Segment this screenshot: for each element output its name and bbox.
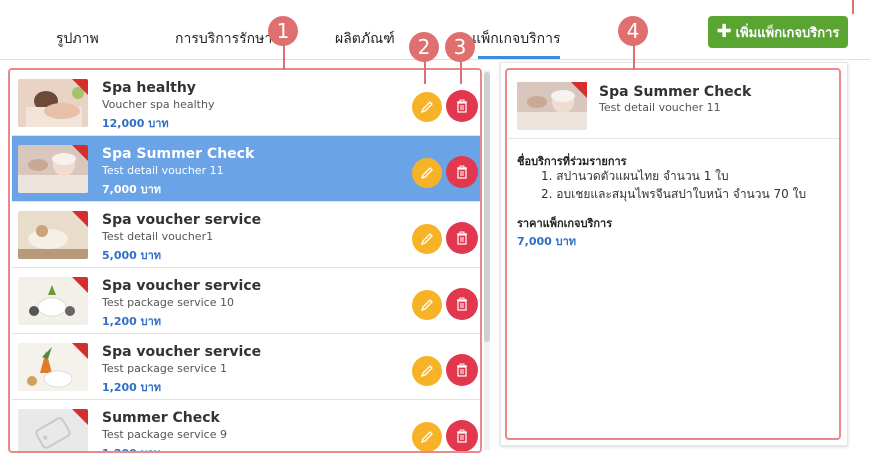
package-thumbnail [18, 409, 88, 451]
item-title: Spa voucher service [102, 278, 262, 294]
delete-button[interactable] [446, 420, 478, 451]
ribbon-icon [72, 277, 88, 293]
pencil-icon [420, 365, 433, 378]
package-detail: Spa Summer Check Test detail voucher 11 … [505, 68, 841, 440]
item-title: Spa voucher service [102, 344, 262, 360]
item-price: 7,000 บาท [102, 183, 162, 196]
ribbon-icon [72, 145, 88, 161]
add-package-button[interactable]: ✚ เพิ่มแพ็กเกจบริการ [708, 16, 848, 48]
detail-price: 7,000 บาท [517, 235, 577, 248]
trash-icon [457, 429, 467, 443]
item-price: 1,200 บาท [102, 381, 162, 394]
package-list: Spa healthy Voucher spa healthy 12,000 บ… [8, 68, 482, 453]
item-subtitle: Test detail voucher 11 [102, 164, 224, 177]
callout-badge-1: 1 [268, 16, 298, 46]
price-label: ราคาแพ็กเกจบริการ [517, 217, 613, 230]
item-subtitle: Test package service 1 [102, 362, 227, 375]
edit-button[interactable] [412, 290, 442, 320]
callout-badge-3: 3 [445, 32, 475, 62]
delete-button[interactable] [446, 90, 478, 122]
pencil-icon [420, 167, 433, 180]
item-price: 12,000 บาท [102, 117, 169, 130]
item-price: 1,200 บาท [102, 315, 162, 328]
list-item[interactable]: Spa voucher service Test package service… [12, 268, 480, 334]
pencil-icon [420, 299, 433, 312]
tab-treatments[interactable]: การบริการรักษา [175, 28, 272, 50]
item-title: Spa healthy [102, 80, 196, 96]
service-line: 1. สปานวดตัวแผนไทย จำนวน 1 ใบ [541, 169, 729, 183]
tab-products[interactable]: ผลิตภัณฑ์ [335, 28, 395, 50]
trash-icon [457, 297, 467, 311]
list-item[interactable]: Spa healthy Voucher spa healthy 12,000 บ… [12, 70, 480, 136]
item-subtitle: Test package service 9 [102, 428, 227, 441]
ribbon-icon [72, 409, 88, 425]
list-scrollbar-thumb[interactable] [484, 72, 490, 342]
trash-icon [457, 231, 467, 245]
ribbon-icon [72, 79, 88, 95]
edit-button[interactable] [412, 224, 442, 254]
trash-icon [457, 99, 467, 113]
delete-button[interactable] [446, 288, 478, 320]
edit-button[interactable] [412, 356, 442, 386]
edit-button[interactable] [412, 92, 442, 122]
tab-images[interactable]: รูปภาพ [56, 28, 99, 50]
ribbon-icon [72, 343, 88, 359]
tab-packages[interactable]: แพ็กเกจบริการ [472, 28, 562, 50]
item-subtitle: Test package service 10 [102, 296, 234, 309]
callout-badge-4: 4 [618, 16, 648, 46]
active-tab-indicator [478, 56, 560, 59]
item-subtitle: Test detail voucher1 [102, 230, 214, 243]
pencil-icon [420, 431, 433, 444]
callout-stem [633, 44, 635, 70]
item-price: 1,200 บาท [102, 444, 161, 451]
service-line: 2. อบเชยและสมุนไพรจีนสปาใบหน้า จำนวน 70 … [541, 187, 807, 201]
item-subtitle: Voucher spa healthy [102, 98, 215, 111]
delete-button[interactable] [446, 354, 478, 386]
detail-subtitle: Test detail voucher 11 [599, 101, 721, 114]
package-thumbnail [18, 79, 88, 127]
detail-thumbnail [517, 82, 587, 130]
callout-badge-2: 2 [409, 32, 439, 62]
trash-icon [457, 165, 467, 179]
pencil-icon [420, 233, 433, 246]
trash-icon [457, 363, 467, 377]
package-thumbnail [18, 211, 88, 259]
list-item[interactable]: Spa voucher service Test detail voucher1… [12, 202, 480, 268]
package-thumbnail [18, 145, 88, 193]
item-title: Summer Check [102, 410, 220, 426]
list-item[interactable]: Spa Summer Check Test detail voucher 11 … [12, 136, 480, 202]
ribbon-icon [72, 211, 88, 227]
callout-stem [460, 60, 462, 84]
pencil-icon [420, 101, 433, 114]
delete-button[interactable] [446, 222, 478, 254]
delete-button[interactable] [446, 156, 478, 188]
item-title: Spa Summer Check [102, 146, 255, 162]
package-thumbnail [18, 277, 88, 325]
edit-button[interactable] [412, 422, 442, 451]
detail-title: Spa Summer Check [599, 84, 752, 100]
divider [507, 138, 839, 139]
callout-stem [424, 60, 426, 84]
list-item[interactable]: Summer Check Test package service 9 1,20… [12, 400, 480, 451]
item-price: 5,000 บาท [102, 249, 162, 262]
plus-icon: ✚ [716, 21, 732, 42]
callout-stem [283, 44, 285, 70]
edit-button[interactable] [412, 158, 442, 188]
callout-stem-add [852, 0, 854, 14]
item-title: Spa voucher service [102, 212, 262, 228]
list-item[interactable]: Spa voucher service Test package service… [12, 334, 480, 400]
package-thumbnail [18, 343, 88, 391]
add-package-label: เพิ่มแพ็กเกจบริการ [735, 25, 840, 41]
